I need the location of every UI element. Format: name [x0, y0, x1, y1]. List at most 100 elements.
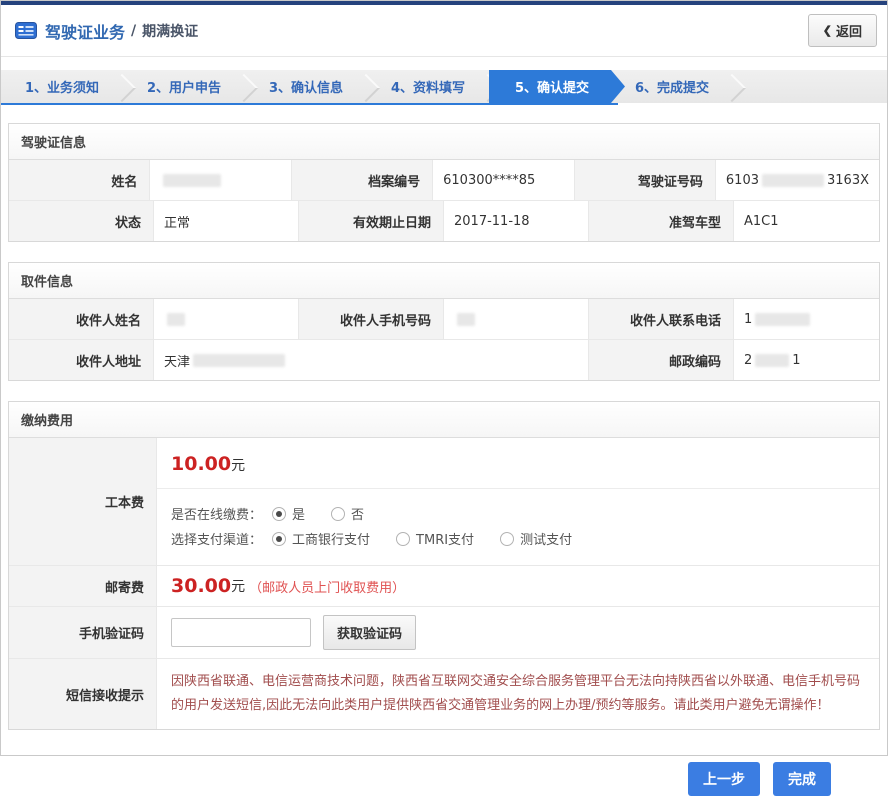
radio-selected-icon[interactable] — [272, 507, 286, 521]
field-value-recipient-name — [154, 299, 299, 339]
radio-label: 工商银行支付 — [292, 529, 370, 548]
sms-tip-row: 短信接收提示 因陕西省联通、电信运营商技术问题，陕西省互联网交通安全综合服务管理… — [9, 658, 879, 729]
radio-online-no[interactable]: 否 — [331, 504, 364, 523]
page-header: 驾驶证业务 / 期满换证 ❮ 返回 — [1, 5, 887, 57]
field-value-vehicle-type: A1C1 — [734, 201, 879, 241]
redacted-value — [755, 313, 810, 326]
breadcrumb-current: 期满换证 — [142, 21, 198, 41]
radio-online-yes[interactable]: 是 — [272, 504, 305, 523]
table-row: 收件人地址 天津 邮政编码 21 — [9, 339, 879, 380]
redacted-value — [193, 354, 285, 367]
field-label-name: 姓名 — [9, 160, 150, 200]
production-fee-value: 10.00元 是否在线缴费： 是 否 选择支付渠道： 工商银行支付 TMRI支付… — [157, 438, 879, 565]
step-1-business-notice: 1、业务须知 — [1, 70, 123, 103]
page-title: 驾驶证业务 — [45, 19, 125, 43]
radio-label: 否 — [351, 504, 364, 523]
section-payment-fees: 缴纳费用 工本费 10.00元 是否在线缴费： 是 否 选择支付渠道： 工商银行… — [8, 401, 880, 730]
redacted-value — [163, 174, 221, 187]
sms-code-input[interactable] — [171, 618, 311, 647]
field-label-sms-code: 手机验证码 — [9, 607, 157, 658]
footer-actions: 上一步 完成 — [1, 730, 887, 796]
table-row: 状态 正常 有效期止日期 2017-11-18 准驾车型 A1C1 — [9, 200, 879, 241]
production-fee-unit: 元 — [231, 458, 245, 474]
mailing-fee-note: （邮政人员上门收取费用） — [249, 577, 405, 596]
online-payment-question: 是否在线缴费： — [171, 504, 262, 523]
table-row: 收件人姓名 收件人手机号码 收件人联系电话 1 — [9, 299, 879, 339]
postcode-prefix: 2 — [744, 353, 752, 368]
step-5-confirm-submit-active: 5、确认提交 — [489, 70, 625, 103]
step-2-user-declaration: 2、用户申告 — [123, 70, 245, 103]
back-chevron-icon: ❮ — [823, 24, 832, 37]
radio-selected-icon[interactable] — [272, 532, 286, 546]
field-label-recipient-name: 收件人姓名 — [9, 299, 154, 339]
radio-label: 测试支付 — [520, 529, 572, 548]
mailing-fee-value: 30.00元（邮政人员上门收取费用） — [157, 566, 879, 606]
radio-label: 是 — [292, 504, 305, 523]
mailing-fee-unit: 元 — [231, 576, 245, 596]
redacted-value — [457, 313, 475, 326]
field-value-address: 天津 — [154, 340, 589, 380]
previous-step-button[interactable]: 上一步 — [688, 762, 760, 796]
payment-channel-question: 选择支付渠道： — [171, 529, 262, 548]
field-label-file-no: 档案编号 — [292, 160, 433, 200]
field-label-status: 状态 — [9, 201, 154, 241]
radio-unselected-icon[interactable] — [500, 532, 514, 546]
payment-channel-question-row: 选择支付渠道： 工商银行支付 TMRI支付 测试支付 — [171, 529, 865, 548]
breadcrumb-separator: / — [131, 23, 136, 39]
production-fee-amount: 10.00 — [171, 453, 231, 475]
production-fee-row: 工本费 10.00元 是否在线缴费： 是 否 选择支付渠道： 工商银行支付 TM… — [9, 438, 879, 565]
section-title: 缴纳费用 — [9, 402, 879, 438]
field-value-postcode: 21 — [734, 340, 879, 380]
step-4-fill-data: 4、资料填写 — [367, 70, 489, 103]
field-value-file-no: 610300****85 — [433, 160, 574, 200]
field-label-valid-until: 有效期止日期 — [299, 201, 444, 241]
online-payment-question-row: 是否在线缴费： 是 否 — [171, 504, 865, 523]
radio-unselected-icon[interactable] — [396, 532, 410, 546]
table-row: 姓名 档案编号 610300****85 驾驶证号码 61033163X — [9, 160, 879, 200]
redacted-value — [167, 313, 185, 326]
field-value-license-no: 6103 3163X — [716, 160, 879, 200]
field-label-sms-tip: 短信接收提示 — [9, 659, 157, 729]
step-progress-bar: 1、业务须知 2、用户申告 3、确认信息 4、资料填写 5、确认提交 6、完成提… — [1, 70, 887, 103]
finish-button[interactable]: 完成 — [773, 762, 831, 796]
back-button-label: 返回 — [836, 21, 862, 40]
mailing-fee-amount: 30.00 — [171, 575, 231, 597]
step-label: 5、确认提交 — [515, 77, 589, 96]
step-label: 2、用户申告 — [147, 77, 221, 96]
step-label: 4、资料填写 — [391, 77, 465, 96]
back-button[interactable]: ❮ 返回 — [808, 14, 877, 47]
section-title: 取件信息 — [9, 263, 879, 299]
get-sms-code-button[interactable]: 获取验证码 — [323, 615, 416, 650]
field-label-vehicle-type: 准驾车型 — [589, 201, 734, 241]
field-label-recipient-mobile: 收件人手机号码 — [299, 299, 444, 339]
radio-channel-tmri[interactable]: TMRI支付 — [396, 529, 474, 548]
field-value-recipient-mobile — [444, 299, 589, 339]
field-label-address: 收件人地址 — [9, 340, 154, 380]
field-value-valid-until: 2017-11-18 — [444, 201, 589, 241]
radio-unselected-icon[interactable] — [331, 507, 345, 521]
step-3-confirm-info: 3、确认信息 — [245, 70, 367, 103]
redacted-value — [755, 354, 789, 367]
field-value-recipient-phone: 1 — [734, 299, 879, 339]
step-label: 6、完成提交 — [635, 77, 709, 96]
postcode-suffix: 1 — [792, 353, 800, 368]
field-label-production-fee: 工本费 — [9, 438, 157, 565]
license-no-prefix: 6103 — [726, 173, 759, 188]
license-card-icon — [15, 22, 37, 39]
radio-channel-test[interactable]: 测试支付 — [500, 529, 572, 548]
step-label: 1、业务须知 — [25, 77, 99, 96]
step-label: 3、确认信息 — [269, 77, 343, 96]
step-6-complete-submit: 6、完成提交 — [611, 70, 733, 103]
sms-code-row: 手机验证码 获取验证码 — [9, 606, 879, 658]
phone-prefix: 1 — [744, 312, 752, 327]
sms-code-value: 获取验证码 — [157, 607, 879, 658]
field-label-recipient-phone: 收件人联系电话 — [589, 299, 734, 339]
mailing-fee-row: 邮寄费 30.00元（邮政人员上门收取费用） — [9, 565, 879, 606]
field-value-status: 正常 — [154, 201, 299, 241]
license-no-suffix: 3163X — [827, 173, 869, 188]
field-value-name — [150, 160, 291, 200]
section-license-info: 驾驶证信息 姓名 档案编号 610300****85 驾驶证号码 6103316… — [8, 123, 880, 242]
section-title: 驾驶证信息 — [9, 124, 879, 160]
radio-channel-icbc[interactable]: 工商银行支付 — [272, 529, 370, 548]
address-prefix: 天津 — [164, 351, 190, 370]
